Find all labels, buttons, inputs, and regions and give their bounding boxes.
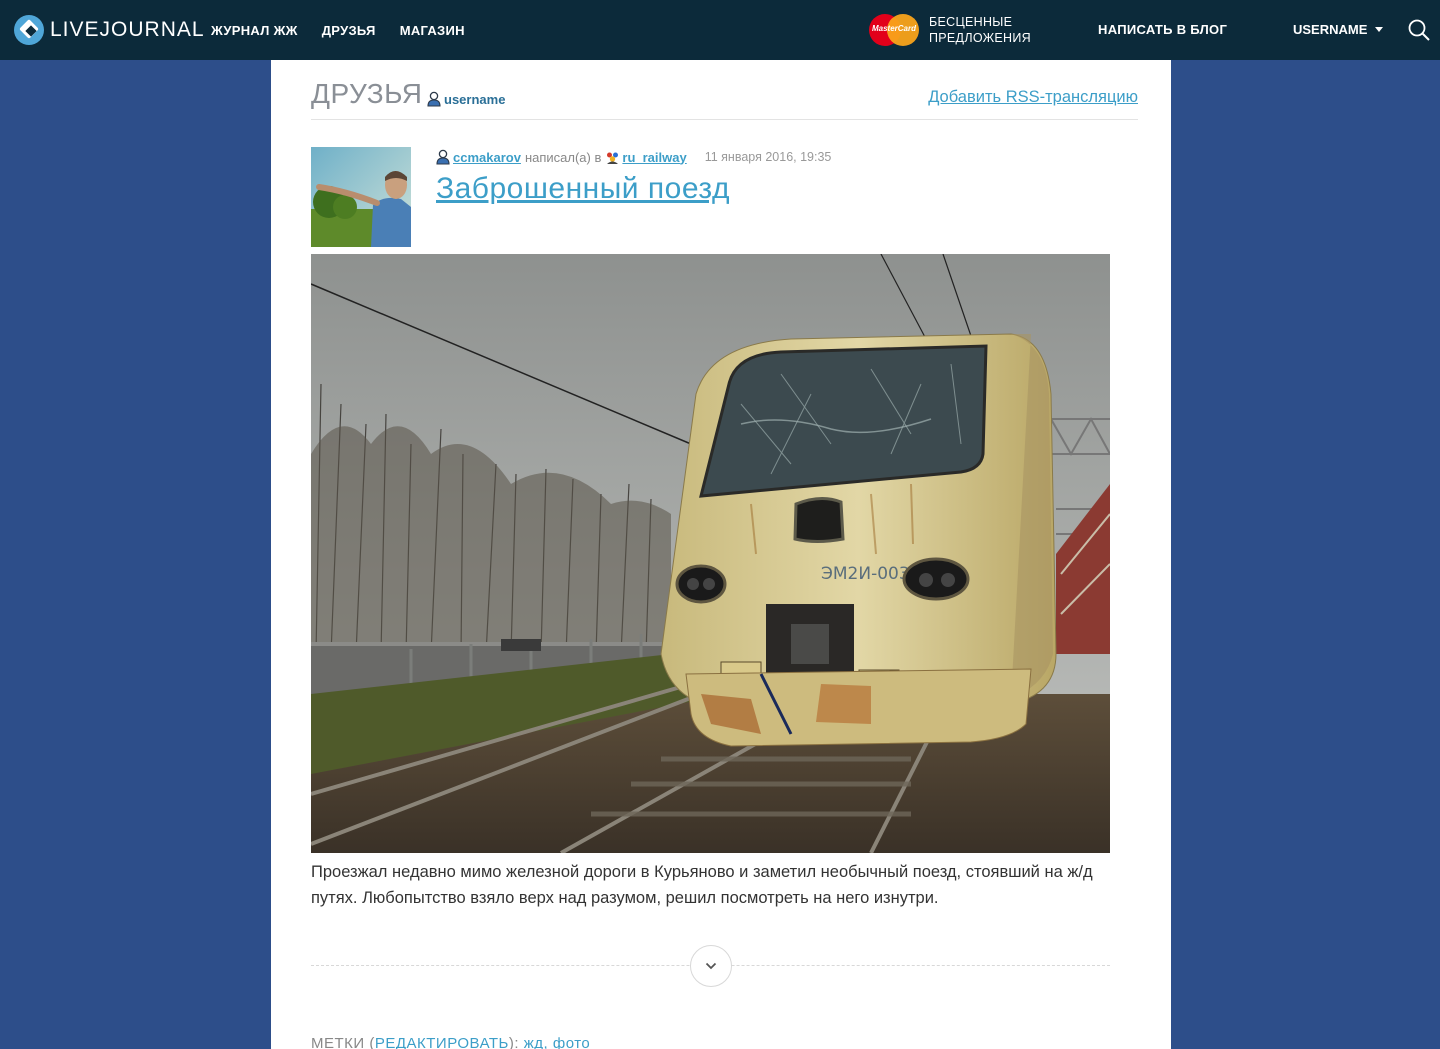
edit-tags-link[interactable]: РЕДАКТИРОВАТЬ <box>375 1035 509 1049</box>
mastercard-logo-icon: MasterCard <box>869 14 919 46</box>
mastercard-promo[interactable]: MasterCard БЕСЦЕННЫЕ ПРЕДЛОЖЕНИЯ <box>869 14 1031 46</box>
tags-list[interactable]: жд, фото <box>524 1035 591 1049</box>
author-avatar[interactable] <box>311 147 411 247</box>
livejournal-logo[interactable]: LIVEJOURNAL <box>14 14 205 46</box>
livejournal-logo-icon <box>14 15 44 45</box>
author-link[interactable]: ccmakarov <box>453 150 521 165</box>
owner-user-link[interactable]: username <box>427 91 505 107</box>
post-photo[interactable]: ЭМ2И-003 <box>311 254 1110 853</box>
train-number-text: ЭМ2И-003 <box>821 564 910 584</box>
chevron-down-icon <box>705 962 717 970</box>
add-rss-link[interactable]: Добавить RSS-трансляцию <box>928 88 1138 107</box>
content-column: ДРУЗЬЯ username Добавить RSS-трансляцию <box>271 60 1171 1049</box>
logo-text: LIVEJOURNAL <box>50 18 205 41</box>
nav-item-friends[interactable]: ДРУЗЬЯ <box>322 23 376 38</box>
user-icon <box>427 91 441 107</box>
page-header: ДРУЗЬЯ username Добавить RSS-трансляцию <box>311 78 1138 120</box>
nav-item-journal[interactable]: ЖУРНАЛ ЖЖ <box>211 23 298 38</box>
caret-down-icon <box>1375 27 1384 32</box>
top-navigation-bar: LIVEJOURNAL ЖУРНАЛ ЖЖ ДРУЗЬЯ МАГАЗИН Mas… <box>0 0 1440 60</box>
user-icon <box>436 149 450 165</box>
owner-username: username <box>444 91 506 107</box>
main-nav: ЖУРНАЛ ЖЖ ДРУЗЬЯ МАГАЗИН <box>211 0 489 60</box>
community-link[interactable]: ru_railway <box>622 150 686 165</box>
community-icon <box>607 152 619 164</box>
post-title[interactable]: Заброшенный поезд <box>436 172 730 206</box>
search-icon[interactable] <box>1407 18 1431 42</box>
wrote-in-label: написал(а) в <box>524 149 602 165</box>
promo-text: БЕСЦЕННЫЕ ПРЕДЛОЖЕНИЯ <box>929 14 1031 46</box>
post-tags: МЕТКИ (РЕДАКТИРОВАТЬ): жд, фото <box>311 1035 590 1049</box>
expand-post-button[interactable] <box>690 945 732 987</box>
promo-line-1: БЕСЦЕННЫЕ <box>929 15 1013 29</box>
post-date: 11 января 2016, 19:35 <box>704 150 832 164</box>
nav-item-shop[interactable]: МАГАЗИН <box>400 23 465 38</box>
write-post-button[interactable]: НАПИСАТЬ В БЛОГ <box>1098 22 1227 37</box>
tags-label: МЕТКИ <box>311 1035 365 1049</box>
post-text: Проезжал недавно мимо железной дороги в … <box>311 863 1093 907</box>
user-menu[interactable]: USERNAME <box>1293 22 1384 37</box>
page-title: ДРУЗЬЯ <box>311 78 423 109</box>
post-meta: ccmakarov написал(а) в ru_railway 11 янв… <box>436 149 831 165</box>
promo-line-2: ПРЕДЛОЖЕНИЯ <box>929 31 1031 45</box>
username-label: USERNAME <box>1293 22 1368 37</box>
